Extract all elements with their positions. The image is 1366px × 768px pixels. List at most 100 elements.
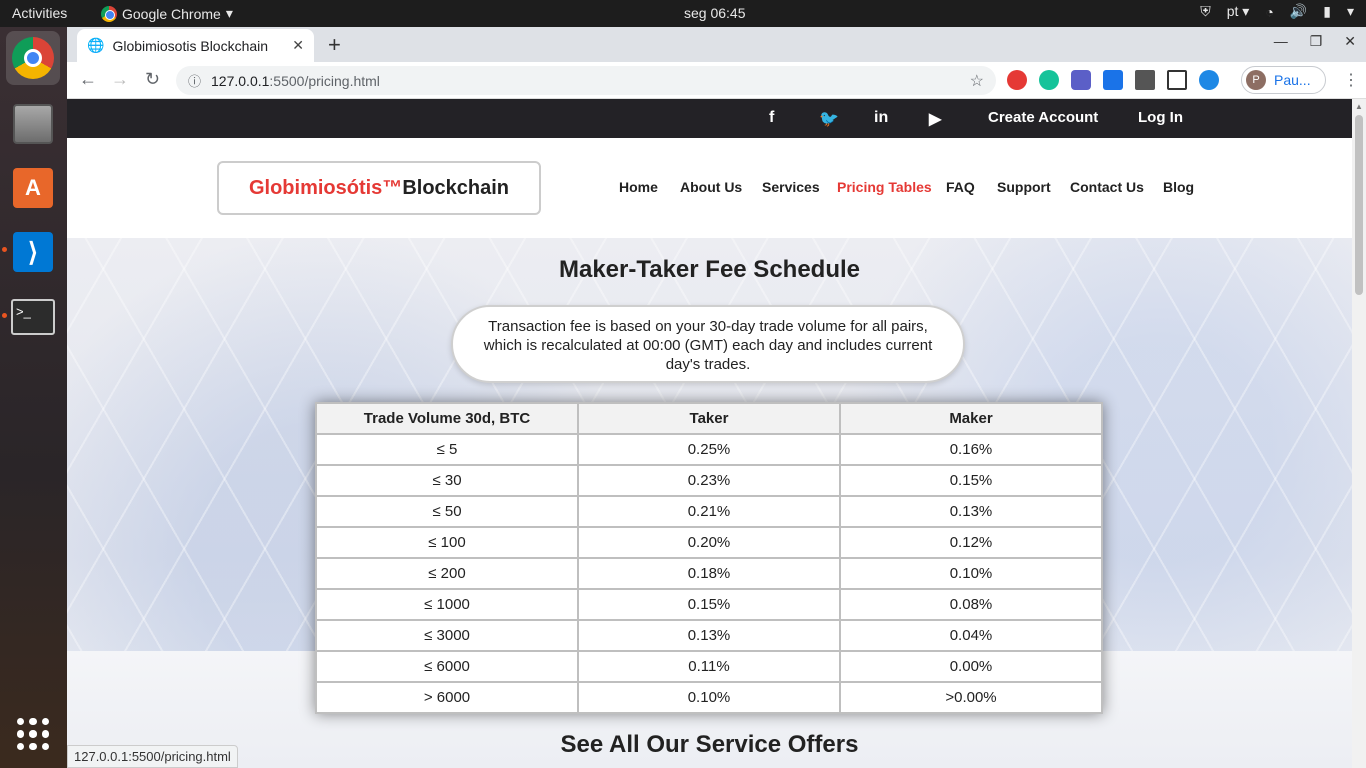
- dock-files[interactable]: [6, 97, 60, 151]
- table-row: ≤ 30 0.23% 0.15%: [315, 464, 1103, 497]
- chrome-icon: [12, 37, 54, 79]
- grid-icon: [17, 718, 49, 750]
- site-logo[interactable]: Globimiosótis™ Blockchain: [217, 161, 541, 215]
- back-arrow-icon[interactable]: ←: [79, 69, 97, 90]
- maximize-icon[interactable]: ❐: [1310, 33, 1323, 50]
- column-header-maker: Maker: [839, 402, 1103, 435]
- close-icon[interactable]: ✕: [292, 37, 304, 54]
- maker-cell: >0.00%: [839, 681, 1103, 714]
- screenshot-icon[interactable]: [1167, 70, 1187, 90]
- language-label: pt: [1226, 3, 1239, 19]
- nav-home[interactable]: Home: [619, 179, 658, 195]
- new-tab-button[interactable]: +: [328, 32, 341, 58]
- linkedin-icon[interactable]: in: [874, 109, 888, 127]
- nav-about-us[interactable]: About Us: [680, 179, 742, 195]
- dock-terminal[interactable]: >_: [6, 290, 60, 344]
- dock-chrome[interactable]: [6, 31, 60, 85]
- table-row: ≤ 6000 0.11% 0.00%: [315, 650, 1103, 683]
- create-account-link[interactable]: Create Account: [988, 109, 1098, 126]
- page-viewport: f 🐦 in ▶ Create Account Log In Globimios…: [67, 99, 1352, 768]
- volume-cell: > 6000: [315, 681, 579, 714]
- taker-cell: 0.18%: [577, 557, 841, 590]
- nav-contact-us[interactable]: Contact Us: [1070, 179, 1144, 195]
- system-top-bar: Activities Google Chrome ▾ seg 06:45 ⛨ p…: [0, 0, 1366, 27]
- volume-icon[interactable]: 🔊: [1290, 3, 1307, 20]
- address-bar[interactable]: ⓘ 127.0.0.1:5500/pricing.html ☆: [176, 66, 996, 95]
- column-header-taker: Taker: [577, 402, 841, 435]
- link-status-bar: 127.0.0.1:5500/pricing.html: [67, 745, 238, 768]
- grammarly-icon[interactable]: [1039, 70, 1059, 90]
- section-title-service-offers: See All Our Service Offers: [560, 731, 859, 758]
- fee-table: Trade Volume 30d, BTC Taker Maker ≤ 5 0.…: [315, 402, 1103, 714]
- maker-cell: 0.00%: [839, 650, 1103, 683]
- nav-services[interactable]: Services: [762, 179, 820, 195]
- browser-toolbar: ← → ↻ ⓘ 127.0.0.1:5500/pricing.html ☆ P …: [67, 62, 1366, 99]
- volume-cell: ≤ 1000: [315, 588, 579, 621]
- volume-cell: ≤ 6000: [315, 650, 579, 683]
- site-header: Globimiosótis™ Blockchain Home About Us S…: [67, 138, 1352, 238]
- volume-cell: ≤ 5: [315, 433, 579, 466]
- activities-button[interactable]: Activities: [12, 5, 67, 21]
- nav-faq[interactable]: FAQ: [946, 179, 975, 195]
- maker-cell: 0.13%: [839, 495, 1103, 528]
- table-row: ≤ 100 0.20% 0.12%: [315, 526, 1103, 559]
- dock-software[interactable]: A: [6, 161, 60, 215]
- page-scrollbar[interactable]: ▲: [1352, 99, 1366, 768]
- taker-cell: 0.21%: [577, 495, 841, 528]
- table-row: ≤ 50 0.21% 0.13%: [315, 495, 1103, 528]
- chevron-down-icon: ▾: [225, 5, 233, 21]
- taker-cell: 0.23%: [577, 464, 841, 497]
- bookmark-star-icon[interactable]: ☆: [970, 71, 984, 91]
- youtube-icon[interactable]: ▶: [929, 109, 941, 129]
- eyedropper-icon[interactable]: [1135, 70, 1155, 90]
- battery-icon[interactable]: ▮: [1323, 3, 1331, 20]
- page-title: Maker-Taker Fee Schedule: [558, 256, 861, 283]
- table-row: ≤ 1000 0.15% 0.08%: [315, 588, 1103, 621]
- info-icon[interactable]: ⓘ: [188, 71, 201, 90]
- show-applications-button[interactable]: [6, 707, 60, 761]
- volume-cell: ≤ 3000: [315, 619, 579, 652]
- close-window-icon[interactable]: ✕: [1344, 33, 1356, 50]
- minimize-icon[interactable]: —: [1274, 33, 1288, 50]
- url-path: :5500/pricing.html: [269, 72, 380, 89]
- vscode-icon: ⟩: [13, 232, 53, 272]
- browser-tab[interactable]: 🌐 Globimiosotis Blockchain ✕: [77, 29, 314, 62]
- language-indicator[interactable]: pt ▾: [1227, 3, 1250, 20]
- dock-vscode[interactable]: ⟩: [6, 225, 60, 279]
- maker-cell: 0.08%: [839, 588, 1103, 621]
- nav-pricing-tables[interactable]: Pricing Tables: [837, 179, 932, 195]
- logo-suffix: Blockchain: [402, 176, 510, 199]
- reload-icon[interactable]: ↻: [145, 69, 160, 90]
- clock[interactable]: seg 06:45: [684, 5, 746, 21]
- video-extension-icon[interactable]: [1071, 70, 1091, 90]
- site-top-bar: f 🐦 in ▶ Create Account Log In: [67, 99, 1352, 138]
- extension-k-icon[interactable]: [1103, 70, 1123, 90]
- fee-note: Transaction fee is based on your 30-day …: [451, 305, 965, 383]
- file-cabinet-icon: [13, 104, 53, 144]
- dock: A ⟩ >_: [0, 27, 67, 768]
- scrollbar-thumb[interactable]: [1355, 115, 1363, 295]
- avatar: P: [1246, 70, 1266, 90]
- chevron-down-icon[interactable]: ▾: [1347, 3, 1354, 20]
- facebook-icon[interactable]: f: [769, 109, 774, 127]
- volume-cell: ≤ 100: [315, 526, 579, 559]
- shield-icon[interactable]: ⛨: [1200, 3, 1211, 20]
- taker-cell: 0.15%: [577, 588, 841, 621]
- terminal-icon: >_: [11, 299, 55, 335]
- maker-cell: 0.10%: [839, 557, 1103, 590]
- forward-arrow-icon[interactable]: →: [111, 69, 129, 90]
- menu-kebab-icon[interactable]: ⋮: [1343, 70, 1359, 90]
- globe-icon: 🌐: [87, 37, 105, 53]
- scroll-up-icon[interactable]: ▲: [1355, 102, 1363, 111]
- volume-cell: ≤ 50: [315, 495, 579, 528]
- extension-blue-icon[interactable]: [1199, 70, 1219, 90]
- twitter-icon[interactable]: 🐦: [819, 109, 839, 129]
- profile-button[interactable]: P Pau...: [1241, 66, 1326, 94]
- network-icon[interactable]: ◔: [1265, 4, 1273, 20]
- app-menu[interactable]: Google Chrome ▾: [101, 5, 233, 22]
- nav-support[interactable]: Support: [997, 179, 1051, 195]
- table-row: ≤ 200 0.18% 0.10%: [315, 557, 1103, 590]
- extension-red-icon[interactable]: [1007, 70, 1027, 90]
- log-in-link[interactable]: Log In: [1138, 109, 1183, 126]
- nav-blog[interactable]: Blog: [1163, 179, 1194, 195]
